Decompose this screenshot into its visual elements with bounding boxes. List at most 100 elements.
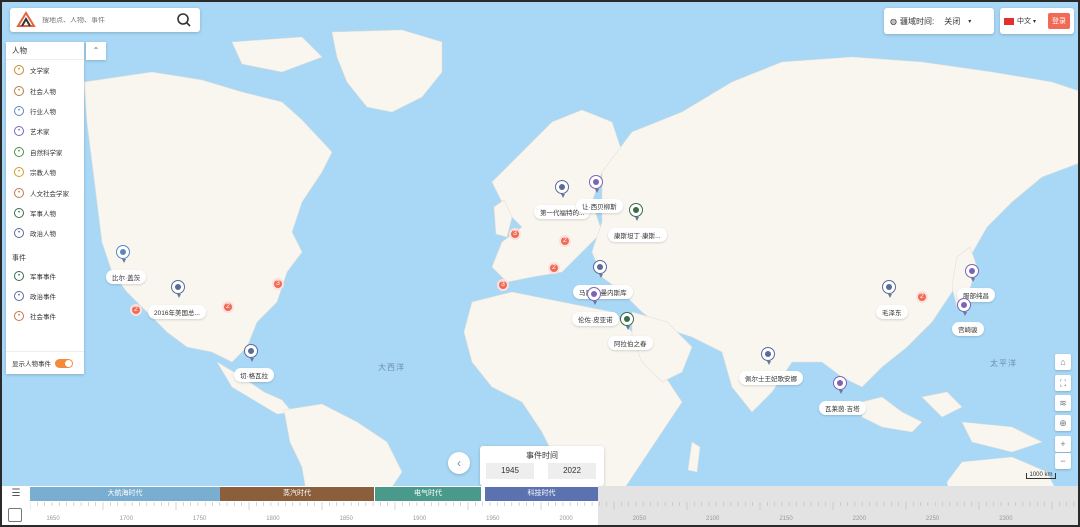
search-icon[interactable]	[176, 12, 192, 28]
search-bar	[10, 8, 200, 32]
chevron-up-icon[interactable]: ⌃	[86, 42, 106, 60]
era-segment[interactable]: 大航海时代	[30, 487, 220, 501]
pin-dot	[837, 380, 843, 386]
cluster-marker[interactable]: 2	[548, 262, 560, 274]
person-filter-item[interactable]: • 文学家	[6, 60, 84, 80]
calendar-icon[interactable]	[8, 508, 22, 522]
locate-icon[interactable]: ⊕	[1055, 415, 1071, 431]
map-pin-icon[interactable]	[833, 376, 847, 394]
map-pin-icon[interactable]	[116, 245, 130, 263]
person-filter-item[interactable]: • 行业人物	[6, 101, 84, 121]
chevron-left-icon[interactable]: ‹	[448, 452, 470, 474]
map-pin-label[interactable]: 宫崎骏	[952, 322, 984, 336]
pin-dot	[765, 351, 771, 357]
chevron-down-icon[interactable]: ▾	[968, 18, 971, 25]
map-pin-label[interactable]: 瓦莱茵·吉塔	[819, 401, 866, 415]
cluster-marker[interactable]: 2	[916, 291, 928, 303]
start-year-input[interactable]: 1945	[486, 463, 534, 479]
map-pin-icon[interactable]	[629, 203, 643, 221]
language-select[interactable]: 中文	[1017, 16, 1031, 26]
territory-time-value[interactable]: 关闭	[944, 16, 960, 27]
person-filter-item[interactable]: • 社会人物	[6, 80, 84, 100]
layers-icon[interactable]: ≋	[1055, 395, 1071, 411]
person-category-icon: •	[14, 167, 24, 178]
cluster-marker[interactable]: 3	[272, 278, 284, 290]
app-frame: 大西洋 太平洋 人物 • 文学家 • 社会人物 • 行业人物 • 艺术家 • 自然科学家 • 宗教人物…	[0, 0, 1080, 527]
timeline-ruler[interactable]	[30, 502, 1080, 527]
timeline[interactable]: ☰ 大航海时代 蒸汽时代 电气时代 科技时代 1650 1700 1750 1800 1850…	[2, 486, 1080, 527]
era-segment[interactable]: 电气时代	[375, 487, 481, 501]
person-category-icon: •	[14, 126, 24, 137]
person-filter-item[interactable]: • 宗教人物	[6, 162, 84, 182]
pin-dot	[593, 179, 599, 185]
event-filter-item[interactable]: • 社会事件	[6, 306, 84, 326]
event-category-icon: •	[14, 311, 24, 322]
map-pin-label[interactable]: 2016年美国总...	[148, 305, 206, 319]
map-pin-icon[interactable]	[965, 264, 979, 282]
cluster-marker[interactable]: 2	[559, 235, 571, 247]
tag-icon[interactable]: ⌂	[1055, 354, 1071, 370]
map-pin-label[interactable]: 切·格瓦拉	[234, 368, 275, 382]
ocean-label-pacific: 太平洋	[990, 359, 1017, 368]
person-filter-item[interactable]: • 艺术家	[6, 121, 84, 141]
person-category-icon: •	[14, 85, 24, 96]
map-pin-icon[interactable]	[761, 347, 775, 365]
person-category-icon: •	[14, 187, 24, 198]
cluster-marker[interactable]: 2	[222, 301, 234, 313]
menu-icon[interactable]: ☰	[6, 488, 26, 502]
events-header: 事件	[12, 254, 26, 262]
zoom-in-icon[interactable]: +	[1055, 436, 1071, 452]
show-person-events-row: 显示人物事件	[6, 351, 84, 368]
event-category-icon: •	[14, 291, 24, 302]
event-filter-item[interactable]: • 军事事件	[6, 266, 84, 286]
map-pin-label[interactable]: 比尔·盖茨	[106, 270, 147, 284]
person-filter-item[interactable]: • 自然科学家	[6, 142, 84, 162]
event-filter-item[interactable]: • 政治事件	[6, 286, 84, 306]
person-filter-item[interactable]: • 军事人物	[6, 203, 84, 223]
map-pin-label[interactable]: 佩尔士王妃歌安娜	[739, 371, 803, 385]
map-pin-icon[interactable]	[587, 287, 601, 305]
person-filter-label: 宗教人物	[30, 170, 56, 178]
cluster-marker[interactable]: 3	[497, 279, 509, 291]
era-segment[interactable]: 蒸汽时代	[220, 487, 374, 501]
person-filter-label: 军事人物	[30, 210, 56, 218]
person-category-icon: •	[14, 207, 24, 218]
person-filter-item[interactable]: • 人文社会学家	[6, 182, 84, 202]
pin-dot	[886, 284, 892, 290]
map-pin-label[interactable]: 毛泽东	[876, 305, 908, 319]
map-pin-icon[interactable]	[593, 260, 607, 278]
territory-time-control[interactable]: ◍ 疆域时间: 关闭 ▾	[884, 8, 994, 34]
timeline-tick-label: 2100	[706, 516, 720, 522]
map-pin-icon[interactable]	[555, 180, 569, 198]
fullscreen-icon[interactable]: ⛶	[1055, 375, 1071, 391]
era-segment[interactable]: 科技时代	[485, 487, 598, 501]
map-pin-label[interactable]: 让·西贝柳斯	[576, 199, 623, 213]
end-year-input[interactable]: 2022	[548, 463, 596, 479]
map-pin-label[interactable]: 阿拉伯之春	[608, 336, 653, 350]
show-person-events-toggle[interactable]	[55, 358, 73, 368]
pin-dot	[633, 207, 639, 213]
map-pin-icon[interactable]	[882, 280, 896, 298]
person-category-icon: •	[14, 105, 24, 116]
map-pin-icon[interactable]	[620, 312, 634, 330]
search-input[interactable]	[42, 16, 172, 24]
pin-dot	[597, 264, 603, 270]
map-scale: 1000 km	[1026, 472, 1056, 479]
map-pin-label[interactable]: 马尼亚·曼内斯库	[573, 285, 633, 299]
map-pin-icon[interactable]	[171, 280, 185, 298]
pin-dot	[120, 249, 126, 255]
person-filter-item[interactable]: • 政治人物	[6, 223, 84, 243]
event-time-box: 事件时间 1945 2022	[480, 446, 604, 486]
person-category-icon: •	[14, 65, 24, 76]
map-pin-label[interactable]: 康斯坦丁·康斯...	[608, 228, 667, 242]
map-pin-icon[interactable]	[244, 344, 258, 362]
timeline-tick-label: 2050	[632, 516, 647, 522]
login-button[interactable]: 登录	[1048, 13, 1070, 29]
map-pin-icon[interactable]	[957, 298, 971, 316]
map-pin-icon[interactable]	[589, 175, 603, 193]
zoom-out-icon[interactable]: −	[1055, 453, 1071, 469]
cluster-marker[interactable]: 2	[130, 304, 142, 316]
chevron-down-icon[interactable]: ▾	[1033, 18, 1036, 25]
cluster-marker[interactable]: 3	[509, 228, 521, 240]
map-pin-label[interactable]: 伦佐·皮亚诺	[572, 312, 619, 326]
